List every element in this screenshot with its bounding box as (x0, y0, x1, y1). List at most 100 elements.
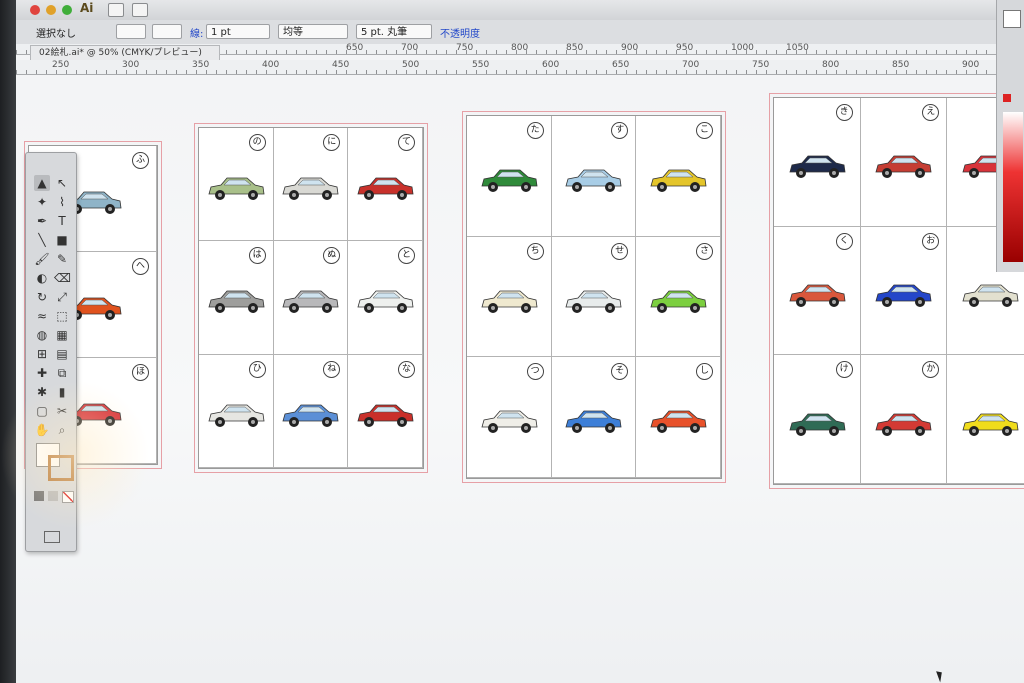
car-illustration[interactable] (279, 401, 341, 435)
document-tab[interactable]: 02絵札.ai* @ 50% (CMYK/プレビュー) (30, 45, 220, 60)
car-illustration[interactable] (647, 166, 709, 200)
car-illustration[interactable] (354, 174, 416, 208)
width-tool-icon[interactable]: ≈ (34, 308, 50, 324)
card-cell[interactable]: き (774, 98, 861, 227)
pen-tool-icon[interactable]: ✒ (34, 213, 50, 229)
car-illustration[interactable] (478, 407, 540, 441)
car-illustration[interactable] (354, 401, 416, 435)
free-transform-tool-icon[interactable]: ⬚ (54, 308, 70, 324)
minimize-window-button[interactable] (46, 5, 56, 15)
document-ruler[interactable]: 250 300 350 400 450 500 550 600 650 700 750 800 850 9… (16, 60, 1024, 75)
card-cell[interactable]: さ (636, 236, 721, 358)
scale-tool-icon[interactable]: ⤢ (54, 289, 70, 305)
car-illustration[interactable] (205, 174, 267, 208)
rectangle-tool-icon[interactable]: ■ (54, 232, 70, 248)
card-cell[interactable]: と (348, 241, 423, 355)
symbol-sprayer-tool-icon[interactable]: ✱ (34, 384, 50, 400)
color-spectrum-slider[interactable] (1003, 112, 1023, 262)
car-illustration[interactable] (786, 281, 848, 315)
card-cell[interactable]: か (860, 355, 948, 484)
card-cell[interactable]: そ (551, 357, 637, 478)
card-cell[interactable]: は (199, 241, 274, 355)
rotate-tool-icon[interactable]: ↻ (34, 289, 50, 305)
artboard-page[interactable]: の に ては ぬ とひ ね な (194, 123, 428, 473)
stroke-color-swatch[interactable] (152, 24, 182, 39)
card-cell[interactable]: た (467, 116, 552, 237)
shape-builder-tool-icon[interactable]: ◍ (34, 327, 50, 343)
close-window-button[interactable] (30, 5, 40, 15)
car-illustration[interactable] (786, 410, 848, 444)
blob-brush-tool-icon[interactable]: ◐ (34, 270, 50, 286)
car-illustration[interactable] (279, 174, 341, 208)
car-illustration[interactable] (959, 410, 1021, 444)
car-illustration[interactable] (562, 166, 624, 200)
car-illustration[interactable] (786, 152, 848, 186)
perspective-tool-icon[interactable]: ▦ (54, 327, 70, 343)
panel-swatch-red[interactable] (1003, 94, 1011, 102)
card-cell[interactable]: こ (636, 116, 721, 237)
panel-fill-swatch[interactable] (1003, 10, 1021, 28)
artboard-canvas[interactable]: ふへほ の に ては ぬ とひ ね な た す こち せ さつ そ し き えく おけ か (16, 75, 1024, 683)
graph-tool-icon[interactable]: ▮ (54, 384, 70, 400)
mesh-tool-icon[interactable]: ⊞ (34, 346, 50, 362)
car-illustration[interactable] (562, 407, 624, 441)
magic-wand-tool-icon[interactable]: ✦ (34, 194, 50, 210)
car-illustration[interactable] (279, 287, 341, 321)
selection-tool-icon[interactable]: ▲ (34, 175, 50, 191)
car-illustration[interactable] (205, 287, 267, 321)
paintbrush-tool-icon[interactable]: 🖌 (34, 251, 50, 267)
card-cell[interactable]: け (774, 355, 861, 484)
type-tool-icon[interactable]: T (54, 213, 70, 229)
line-tool-icon[interactable]: ╲ (34, 232, 50, 248)
card-cell[interactable]: し (636, 357, 721, 478)
zoom-window-button[interactable] (62, 5, 72, 15)
car-illustration[interactable] (872, 152, 934, 186)
direct-selection-tool-icon[interactable]: ↖ (54, 175, 70, 191)
blend-tool-icon[interactable]: ⧉ (54, 365, 70, 381)
gradient-mode-button[interactable] (48, 491, 58, 501)
slice-tool-icon[interactable]: ✂ (54, 403, 70, 419)
arrange-documents-icon[interactable] (132, 3, 148, 17)
stroke-profile-select[interactable]: 均等 (278, 24, 348, 39)
car-illustration[interactable] (478, 287, 540, 321)
none-mode-button[interactable] (62, 491, 74, 503)
car-illustration[interactable] (205, 401, 267, 435)
car-illustration[interactable] (872, 410, 934, 444)
card-cell[interactable]: ぬ (273, 241, 349, 355)
gradient-tool-icon[interactable]: ▤ (54, 346, 70, 362)
car-illustration[interactable] (478, 166, 540, 200)
card-cell[interactable]: て (348, 128, 423, 242)
eraser-tool-icon[interactable]: ⌫ (54, 270, 71, 286)
pencil-tool-icon[interactable]: ✎ (54, 251, 70, 267)
hand-tool-icon[interactable]: ✋ (34, 422, 50, 438)
opacity-label[interactable]: 不透明度 (440, 25, 480, 40)
card-cell[interactable]: ひ (199, 354, 274, 468)
card-cell[interactable]: つ (467, 357, 552, 478)
card-cell[interactable]: せ (551, 236, 637, 358)
car-illustration[interactable] (562, 287, 624, 321)
artboard-tool-icon[interactable]: ▢ (34, 403, 50, 419)
card-cell[interactable]: ち (467, 236, 552, 358)
artboard-page[interactable]: き えく おけ か (769, 93, 1024, 489)
eyedropper-tool-icon[interactable]: ✚ (34, 365, 50, 381)
car-illustration[interactable] (354, 287, 416, 321)
card-cell[interactable]: お (860, 226, 948, 356)
color-mode-button[interactable] (34, 491, 44, 501)
card-cell[interactable]: ね (273, 354, 349, 468)
screen-mode-icon[interactable] (44, 531, 60, 543)
brush-definition-select[interactable]: 5 pt. 丸筆 (356, 24, 432, 39)
card-cell[interactable]: に (273, 128, 349, 242)
card-cell[interactable] (947, 355, 1024, 484)
artboard-page[interactable]: た す こち せ さつ そ し (462, 111, 726, 483)
lasso-tool-icon[interactable]: ⌇ (54, 194, 70, 210)
car-illustration[interactable] (959, 281, 1021, 315)
card-cell[interactable]: の (199, 128, 274, 242)
zoom-tool-icon[interactable]: ⌕ (54, 422, 70, 438)
stroke-weight-field[interactable]: 1 pt (206, 24, 270, 39)
stroke-swatch[interactable] (48, 455, 74, 481)
bridge-icon[interactable] (108, 3, 124, 17)
fill-color-swatch[interactable] (116, 24, 146, 39)
card-cell[interactable]: え (860, 98, 948, 227)
car-illustration[interactable] (647, 407, 709, 441)
car-illustration[interactable] (647, 287, 709, 321)
